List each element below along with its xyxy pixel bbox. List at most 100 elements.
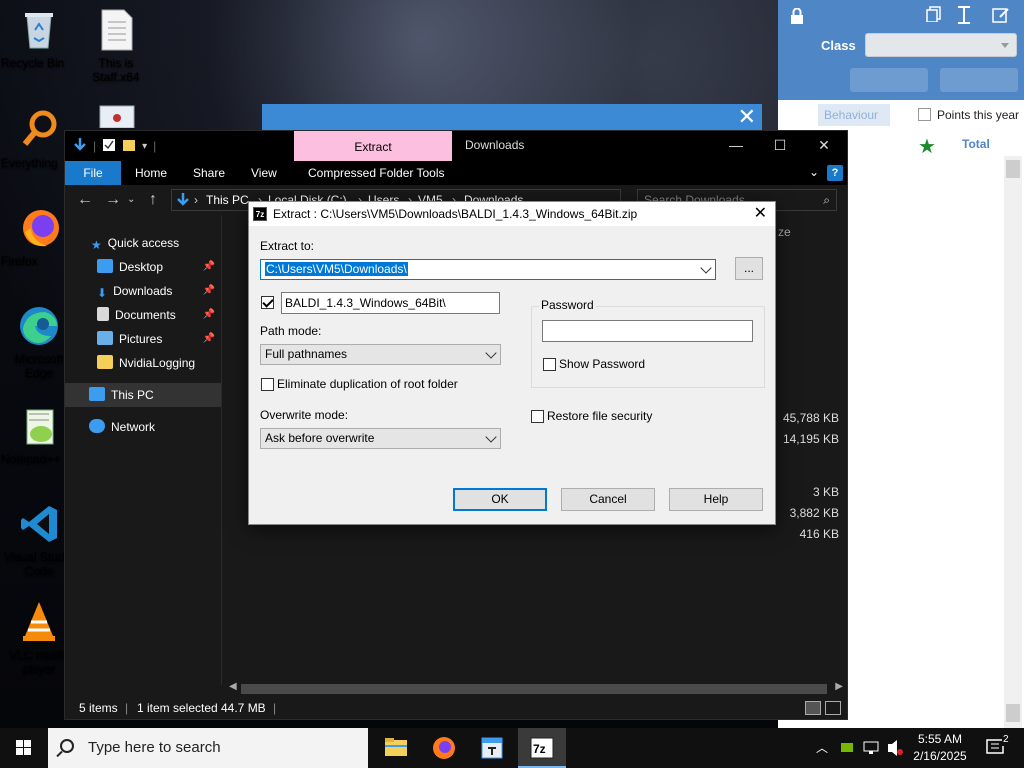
pin-icon[interactable]: 📌 [203,255,215,279]
edit-icon[interactable] [992,6,1010,27]
extract-to-combo[interactable]: C:\Users\VM5\Downloads\ [260,259,716,280]
column-header-size[interactable]: ze [778,225,791,239]
show-password-label[interactable]: Show Password [559,357,645,371]
folder-name-checkbox[interactable] [261,296,274,309]
desktop-icon-staff[interactable]: This is Staff.x64 [78,8,154,84]
desktop-icon-label: This is Staff.x64 [92,56,140,84]
browse-button[interactable]: ... [735,257,763,280]
header-button-2[interactable] [940,68,1018,92]
scroll-left-icon[interactable]: ◀ [229,681,237,692]
nav-network[interactable]: Network [65,415,221,439]
details-view-icon[interactable] [805,701,821,715]
points-checkbox[interactable] [918,108,931,121]
copy-icon[interactable] [926,6,942,25]
app-scrollbar[interactable] [1004,156,1022,728]
tab-home[interactable]: Home [135,161,167,185]
help-icon[interactable]: ? [827,165,843,181]
expand-ribbon-icon[interactable]: ⌄ [809,165,819,179]
tab-share[interactable]: Share [193,161,225,185]
7zip-icon: 7z [253,207,267,221]
nvidia-icon[interactable] [840,728,854,768]
star-icon: ★ [91,238,102,252]
nav-quick-access[interactable]: ★ Quick access [65,231,221,255]
horizontal-scrollbar[interactable]: ◀ ▶ [225,681,847,697]
desktop-icon-label: Firefox [1,254,38,268]
notification-center-icon[interactable]: 2 [984,728,1012,768]
separator: | [153,139,157,153]
restore-security-label[interactable]: Restore file security [547,409,652,423]
volume-muted-icon[interactable] [886,728,904,768]
recent-locations-icon[interactable]: ⌄ [127,190,135,210]
help-button[interactable]: Help [669,488,763,511]
pin-icon[interactable]: 📌 [203,327,215,351]
path-mode-select[interactable]: Full pathnames [260,344,501,365]
desktop-icon-recycle-bin[interactable]: Recycle Bin [1,8,77,70]
restore-security-checkbox[interactable] [531,410,544,423]
tab-compressed-folder-tools[interactable]: Compressed Folder Tools [308,161,445,185]
text-cursor-icon[interactable] [956,6,972,27]
scroll-down[interactable] [1006,704,1020,722]
close-icon[interactable]: ✕ [754,202,767,226]
vlc-icon [17,600,61,644]
forward-arrow-icon[interactable]: → [105,190,121,210]
scroll-up[interactable] [1006,160,1020,178]
pin-icon[interactable]: 📌 [203,279,215,303]
quick-access-toolbar: | ▾ | [73,137,156,155]
password-input[interactable] [542,320,753,342]
eliminate-duplication-checkbox[interactable] [261,378,274,391]
svg-text:7z: 7z [533,742,546,756]
large-icons-view-icon[interactable] [825,701,841,715]
nav-downloads[interactable]: ⬇ Downloads 📌 [65,279,221,303]
ok-button[interactable]: OK [453,488,547,511]
pin-icon[interactable]: 📌 [203,303,215,327]
network-icon[interactable] [862,728,880,768]
show-hidden-icons-icon[interactable]: ︿ [816,728,828,768]
selected-size: 44.7 MB [221,701,266,715]
nav-documents[interactable]: Documents 📌 [65,303,221,327]
nav-nvidialogging[interactable]: NvidiaLogging [65,351,221,375]
tab-view[interactable]: View [251,161,277,185]
minimize-button[interactable]: — [713,131,759,159]
address-segment[interactable]: This PC [206,193,249,207]
nav-pictures[interactable]: Pictures 📌 [65,327,221,351]
download-icon: ⬇ [97,286,108,300]
item-count: 5 items [79,701,118,715]
start-button[interactable] [0,728,48,768]
show-password-checkbox[interactable] [543,358,556,371]
nav-this-pc[interactable]: This PC [65,383,221,407]
taskbar-search-input[interactable]: Type here to search [48,728,368,768]
taskbar-firefox[interactable] [420,728,468,768]
clock[interactable]: 5:55 AM 2/16/2025 [908,731,972,765]
close-icon[interactable]: ✕ [738,106,756,128]
cancel-button[interactable]: Cancel [561,488,655,511]
back-arrow-icon[interactable]: ← [77,190,93,210]
overwrite-mode-select[interactable]: Ask before overwrite [260,428,501,449]
taskbar-file-explorer[interactable] [372,728,420,768]
properties-icon[interactable] [102,138,116,155]
desktop-icon-extra[interactable] [78,104,154,132]
nav-desktop[interactable]: Desktop 📌 [65,255,221,279]
taskbar-app[interactable] [468,728,516,768]
tab-behaviour[interactable]: Behaviour [818,104,890,126]
up-arrow-icon[interactable]: ↑ [149,190,157,210]
maximize-button[interactable]: ☐ [757,131,803,159]
customize-icon[interactable]: ▾ [142,141,147,152]
header-button-1[interactable] [850,68,928,92]
tab-file[interactable]: File [65,161,121,185]
network-icon [89,419,105,433]
scroll-thumb[interactable] [241,684,827,694]
class-select[interactable] [865,33,1017,57]
new-folder-icon[interactable] [122,138,136,155]
chevron-down-icon [485,431,497,443]
download-arrow-icon [73,137,87,156]
points-this-year-toggle[interactable]: Points this year [918,104,1019,126]
scroll-right-icon[interactable]: ▶ [835,681,843,692]
eliminate-duplication-label[interactable]: Eliminate duplication of root folder [277,377,458,391]
ribbon-tabs: File Home Share View Compressed Folder T… [65,161,847,185]
navigation-pane: ★ Quick access Desktop 📌 ⬇ Downloads 📌 Docum… [65,227,221,687]
tab-extract[interactable]: Extract [294,131,452,161]
lock-icon[interactable] [790,7,804,24]
folder-name-input[interactable]: BALDI_1.4.3_Windows_64Bit\ [281,292,500,314]
close-button[interactable]: ✕ [801,131,847,159]
taskbar-7zip[interactable]: 7z [518,728,566,768]
